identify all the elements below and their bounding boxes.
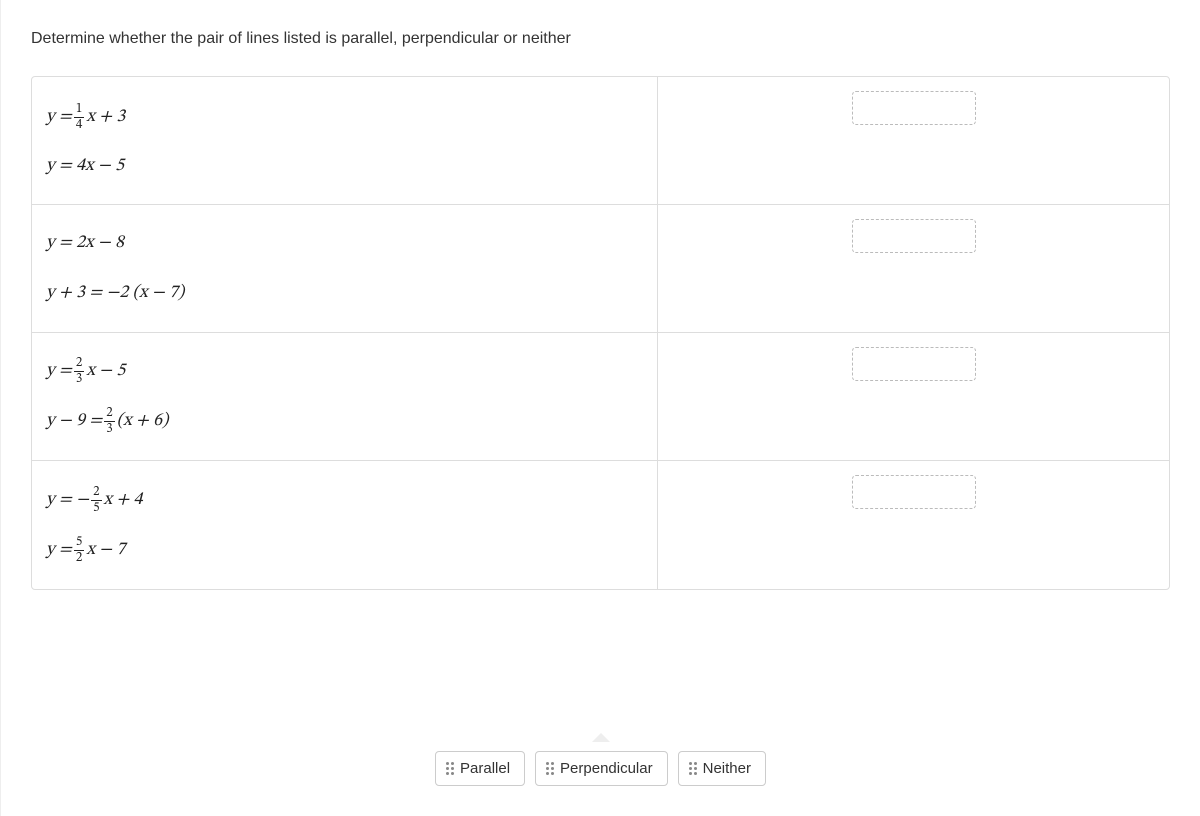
fraction: 25 [91,486,101,515]
fraction: 52 [74,536,84,565]
answer-cell [658,205,1169,333]
question-cell: y = 2x − 8 y + 3 = −2 (x − 7) [32,205,657,333]
equation: y = − 25 x + 4 [46,478,643,523]
equation-text: x − 5 [86,360,125,383]
page: Determine whether the pair of lines list… [0,0,1200,816]
fraction: 14 [74,103,84,132]
equation-text: x + 3 [86,106,125,129]
answer-cell [658,77,1169,205]
answer-options-bar: Parallel Perpendicular Neither [1,751,1200,786]
fraction: 23 [104,407,114,436]
option-perpendicular[interactable]: Perpendicular [535,751,668,786]
answer-cell [658,333,1169,461]
equation: y = 52 x − 7 [46,528,643,573]
option-neither[interactable]: Neither [678,751,766,786]
equation-text: (x + 6) [117,410,169,433]
drag-handle-icon [689,762,697,775]
answers-column [657,77,1169,589]
fraction: 23 [74,357,84,386]
option-label: Neither [703,760,751,777]
answer-cell [658,461,1169,589]
option-label: Perpendicular [560,760,653,777]
option-parallel[interactable]: Parallel [435,751,525,786]
drop-zone[interactable] [852,91,976,125]
drop-zone[interactable] [852,219,976,253]
equation: y + 3 = −2 (x − 7) [46,274,643,313]
question-prompt: Determine whether the pair of lines list… [31,30,1170,48]
equation: y − 9 = 23 (x + 6) [46,399,643,444]
equation-text: y = [46,539,72,562]
equation-text: x − 7 [86,539,125,562]
drag-handle-icon [446,762,454,775]
equation: y = 23 x − 5 [46,349,643,394]
equation-text: y = [46,106,72,129]
worksheet-table: y = 14 x + 3 y = 4x − 5 y = 2x − 8 y + 3… [31,76,1170,590]
equation-text: y + 3 = −2 (x − 7) [46,282,184,305]
equation: y = 4x − 5 [46,147,643,186]
equation-text: y = 4x − 5 [46,155,124,178]
questions-column: y = 14 x + 3 y = 4x − 5 y = 2x − 8 y + 3… [32,77,657,589]
equation-text: y − 9 = [46,410,102,433]
drop-zone[interactable] [852,475,976,509]
question-cell: y = 14 x + 3 y = 4x − 5 [32,77,657,205]
chevron-up-icon [592,733,610,742]
equation-text: y = − [46,489,89,512]
equation: y = 2x − 8 [46,224,643,263]
equation-text: x + 4 [104,489,143,512]
drag-handle-icon [546,762,554,775]
option-label: Parallel [460,760,510,777]
equation-text: y = [46,360,72,383]
equation: y = 14 x + 3 [46,95,643,140]
question-cell: y = − 25 x + 4 y = 52 x − 7 [32,461,657,589]
equation-text: y = 2x − 8 [46,232,124,255]
question-cell: y = 23 x − 5 y − 9 = 23 (x + 6) [32,333,657,461]
drop-zone[interactable] [852,347,976,381]
